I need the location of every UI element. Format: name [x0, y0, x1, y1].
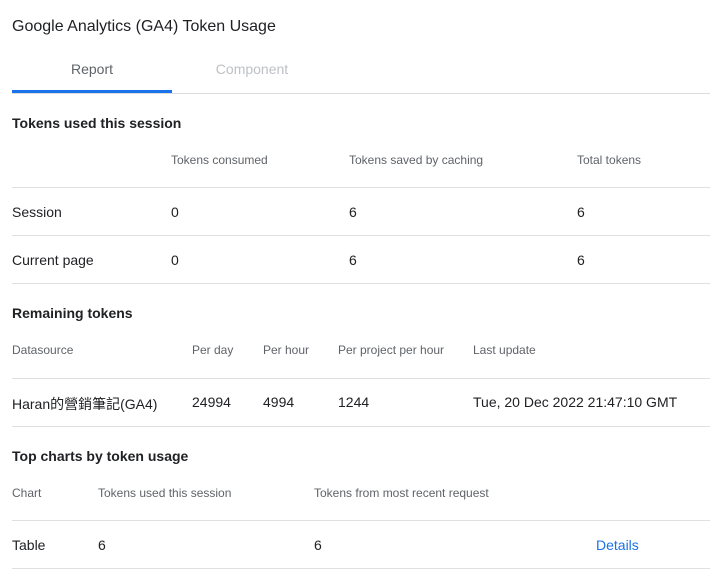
total-tokens-value: 6 — [577, 252, 585, 268]
header-chart: Chart — [12, 486, 42, 500]
remaining-section-title: Remaining tokens — [12, 305, 133, 321]
page-title: Google Analytics (GA4) Token Usage — [12, 18, 276, 35]
tokens-consumed-value: 0 — [171, 204, 179, 220]
row-label: Session — [12, 204, 62, 220]
divider — [12, 520, 710, 521]
header-tokens-used-session: Tokens used this session — [98, 486, 232, 500]
per-day-value: 24994 — [192, 394, 231, 410]
tokens-saved-value: 6 — [349, 204, 357, 220]
tokens-consumed-value: 0 — [171, 252, 179, 268]
divider — [12, 283, 710, 284]
tab-bar: Report Component — [12, 52, 710, 94]
recent-tokens-value: 6 — [314, 537, 322, 553]
header-tokens-consumed: Tokens consumed — [171, 153, 268, 167]
header-per-hour: Per hour — [263, 343, 310, 357]
divider — [12, 187, 710, 188]
per-hour-value: 4994 — [263, 394, 295, 410]
header-last-update: Last update — [473, 343, 536, 357]
per-project-per-hour-value: 1244 — [338, 394, 370, 410]
header-tokens-saved: Tokens saved by caching — [349, 153, 484, 167]
tab-component[interactable]: Component — [172, 52, 332, 90]
top-charts-section-title: Top charts by token usage — [12, 448, 189, 464]
total-tokens-value: 6 — [577, 204, 585, 220]
divider — [12, 378, 710, 379]
divider — [12, 235, 710, 236]
session-tokens-value: 6 — [98, 537, 106, 553]
chart-name: Table — [12, 537, 46, 553]
session-section-title: Tokens used this session — [12, 115, 182, 131]
header-per-day: Per day — [192, 343, 234, 357]
details-link[interactable]: Details — [596, 537, 639, 553]
header-per-project-per-hour: Per project per hour — [338, 343, 445, 357]
divider — [12, 426, 710, 427]
header-total-tokens: Total tokens — [577, 153, 642, 167]
header-datasource: Datasource — [12, 343, 74, 357]
row-label: Current page — [12, 252, 94, 268]
tokens-saved-value: 6 — [349, 252, 357, 268]
header-tokens-recent-request: Tokens from most recent request — [314, 486, 489, 500]
datasource-name: Haran的營銷筆記(GA4) — [12, 396, 158, 412]
last-update-value: Tue, 20 Dec 2022 21:47:10 GMT — [473, 394, 678, 410]
divider — [12, 568, 710, 569]
tab-report[interactable]: Report — [12, 52, 172, 93]
